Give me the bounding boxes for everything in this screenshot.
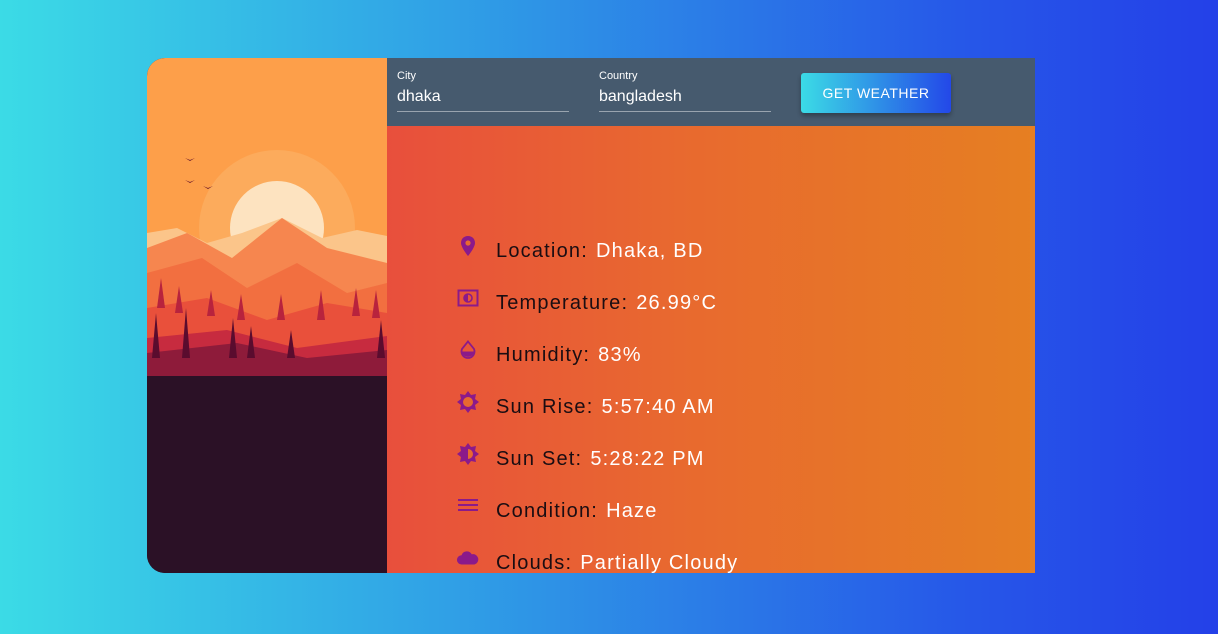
location-row: Location: Dhaka, BD — [456, 235, 704, 267]
city-input[interactable]: dhaka — [397, 83, 569, 112]
water-drop-icon — [456, 338, 480, 362]
temperature-key: Temperature: — [496, 291, 629, 314]
map-pin-icon — [456, 234, 480, 258]
sunset-value: 5:28:22 PM — [590, 447, 705, 470]
weather-card: City dhaka Country bangladesh GET WEATHE… — [147, 58, 1035, 573]
lines-icon — [456, 494, 480, 518]
country-input[interactable]: bangladesh — [599, 83, 771, 112]
country-field: Country bangladesh — [599, 70, 771, 112]
sunset-illustration — [147, 58, 387, 573]
city-label: City — [397, 70, 416, 82]
sunset-row: Sun Set: 5:28:22 PM — [456, 443, 705, 475]
sunrise-value: 5:57:40 AM — [601, 395, 715, 418]
temperature-value: 26.99°C — [636, 291, 718, 314]
sun-half-icon — [456, 442, 480, 466]
sunrise-key: Sun Rise: — [496, 395, 594, 418]
weather-info-panel: Location: Dhaka, BD Temperature: 26.99°C… — [387, 126, 1035, 573]
cloud-icon — [456, 546, 480, 570]
search-form: City dhaka Country bangladesh GET WEATHE… — [387, 58, 1035, 126]
humidity-row: Humidity: 83% — [456, 339, 642, 371]
country-label: Country — [599, 70, 638, 82]
sunrise-row: Sun Rise: 5:57:40 AM — [456, 391, 715, 423]
humidity-value: 83% — [598, 343, 642, 366]
condition-value: Haze — [606, 499, 658, 522]
thermometer-card-icon — [456, 286, 480, 310]
location-key: Location: — [496, 239, 588, 262]
get-weather-button[interactable]: GET WEATHER — [801, 73, 951, 113]
sun-icon — [456, 390, 480, 414]
location-value: Dhaka, BD — [595, 239, 704, 262]
humidity-key: Humidity: — [496, 343, 591, 366]
sunset-key: Sun Set: — [496, 447, 583, 470]
condition-row: Condition: Haze — [456, 495, 658, 527]
clouds-key: Clouds: — [496, 551, 573, 574]
temperature-row: Temperature: 26.99°C — [456, 287, 717, 319]
clouds-value: Partially Cloudy — [580, 551, 739, 574]
city-field: City dhaka — [397, 70, 569, 112]
condition-key: Condition: — [496, 499, 599, 522]
clouds-row: Clouds: Partially Cloudy — [456, 547, 738, 573]
